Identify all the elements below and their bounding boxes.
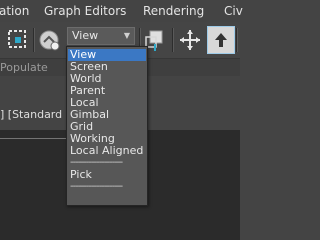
grid-line (0, 138, 72, 139)
move-axis-icon (180, 30, 200, 50)
reference-coordinate-system-value: View (72, 29, 99, 42)
menu-civil-view[interactable]: Civ (224, 0, 243, 22)
chevron-down-icon: ▼ (123, 31, 130, 40)
dropdown-separator: -------------------- (70, 181, 123, 192)
keyboard-shortcut-override-icon (215, 33, 227, 47)
move-axis-button[interactable] (176, 26, 204, 54)
menu-graph-editors[interactable]: Graph Editors (44, 0, 126, 22)
keyboard-shortcut-override-button[interactable] (207, 26, 235, 54)
select-region-button[interactable] (4, 26, 32, 54)
reference-coordinate-system-select[interactable]: View ▼ (67, 27, 135, 45)
toolbar-separator (236, 28, 238, 52)
select-manipulate-icon (39, 30, 60, 51)
toolbar-separator (33, 28, 35, 52)
option-local-aligned[interactable]: Local Aligned (68, 145, 146, 157)
option-pick[interactable]: Pick (68, 169, 146, 181)
select-manipulate-button[interactable] (36, 26, 64, 54)
reference-coordinate-system-dropdown: View Screen World Parent Local Gimbal Gr… (66, 46, 148, 206)
toolbar-separator (172, 28, 174, 52)
select-region-icon (8, 30, 26, 48)
menu-rendering[interactable]: Rendering (143, 0, 204, 22)
menu-bar: ation Graph Editors Rendering Civ (0, 0, 243, 22)
populate-label: Populate (0, 61, 48, 74)
menu-animation[interactable]: ation (0, 0, 29, 22)
